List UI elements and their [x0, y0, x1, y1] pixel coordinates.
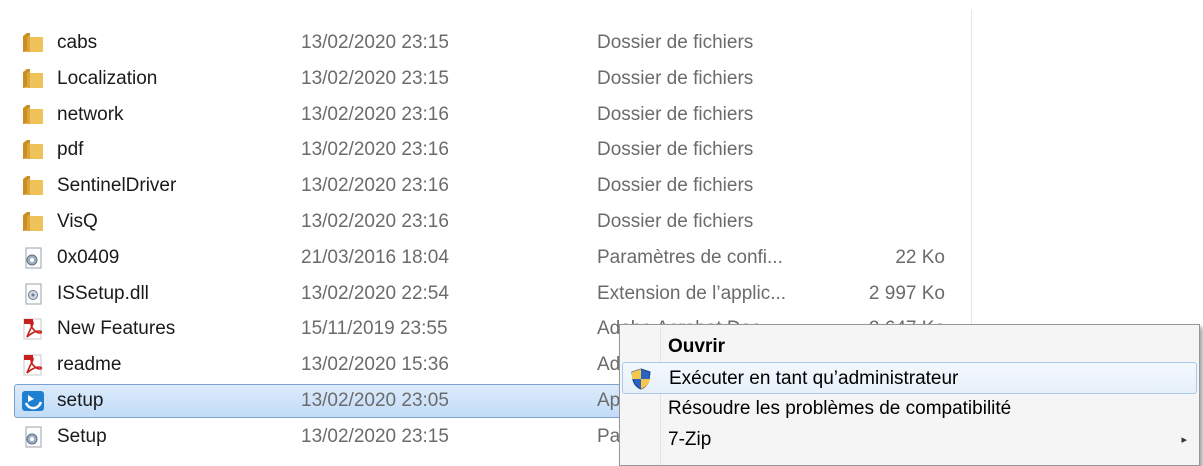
file-name: Setup [57, 425, 107, 447]
file-name: pdf [57, 139, 84, 161]
file-name: readme [57, 354, 122, 376]
folder-icon [21, 104, 45, 126]
file-size [815, 134, 945, 166]
folder-icon [21, 139, 45, 161]
file-name: 0x0409 [57, 246, 120, 268]
file-date: 13/02/2020 23:16 [301, 175, 449, 197]
menu-item-executer-en-tant-qu-administrateur[interactable]: Exécuter en tant qu’administrateur [622, 362, 1197, 394]
file-date: 13/02/2020 23:16 [301, 103, 449, 125]
file-date: 13/02/2020 22:54 [301, 282, 449, 304]
file-date: 13/02/2020 15:36 [301, 354, 449, 376]
file-type: Dossier de fichiers [597, 139, 754, 161]
uac-shield-icon [630, 368, 652, 390]
file-type: Dossier de fichiers [597, 175, 754, 197]
file-type: Pa [597, 425, 621, 447]
menu-item-label: Exécuter en tant qu’administrateur [669, 368, 959, 389]
file-name: cabs [57, 32, 98, 53]
file-date: 13/02/2020 23:15 [301, 425, 449, 447]
folder-icon [21, 68, 45, 90]
file-type: Ap [597, 390, 621, 411]
menu-item-ouvrir[interactable]: Ouvrir [622, 331, 1197, 363]
file-size [815, 206, 945, 238]
file-type: Dossier de fichiers [597, 103, 754, 125]
menu-item-label: Ouvrir [668, 336, 726, 357]
pdf-file-icon [21, 318, 45, 340]
folder-icon [21, 211, 45, 233]
file-size: 22 Ko [895, 246, 945, 268]
file-name: ISSetup.dll [57, 282, 149, 304]
menu-item-label: Résoudre les problèmes de compatibilité [668, 398, 1012, 419]
file-date: 13/02/2020 23:15 [301, 67, 449, 89]
file-row-cabs[interactable]: cabs 13/02/2020 23:15 Dossier de fichiers [14, 26, 964, 60]
file-name: VisQ [57, 211, 98, 232]
file-type: Paramètres de confi... [597, 246, 783, 268]
folder-icon [21, 175, 45, 197]
file-type: Extension de l’applic... [597, 282, 787, 304]
dll-file-icon [21, 283, 45, 305]
file-name: network [57, 103, 124, 125]
file-row-0x0409[interactable]: 0x0409 21/03/2016 18:04 Paramètres de conf… [14, 241, 964, 275]
file-date: 13/02/2020 23:15 [301, 32, 449, 53]
file-row-localization[interactable]: Localization 13/02/2020 23:15 Dossier de f… [14, 62, 964, 96]
file-name: SentinelDriver [57, 175, 177, 197]
folder-icon [21, 32, 45, 54]
submenu-arrow-icon: ▸ [1181, 434, 1187, 446]
file-date: 13/02/2020 23:05 [301, 390, 449, 411]
file-name: New Features [57, 318, 176, 340]
file-row-issetup-dll[interactable]: ISSetup.dll 13/02/2020 22:54 Extension de … [14, 277, 964, 311]
file-name: setup [57, 390, 104, 411]
context-menu: Ouvrir Exécuter en tant qu’administrateur… [619, 324, 1200, 466]
file-size: 2 997 Ko [868, 282, 945, 304]
file-size [815, 170, 945, 202]
settings-file-icon [21, 426, 45, 448]
setup-app-icon [21, 390, 45, 412]
file-name: Localization [57, 67, 158, 89]
menu-item-label: 7-Zip [668, 429, 712, 450]
file-row-network[interactable]: network 13/02/2020 23:16 Dossier de fichie… [14, 98, 964, 132]
file-size [815, 99, 945, 131]
file-date: 21/03/2016 18:04 [301, 246, 449, 268]
settings-file-icon [21, 247, 45, 269]
file-date: 13/02/2020 23:16 [301, 211, 449, 232]
file-row-sentineldriver[interactable]: SentinelDriver 13/02/2020 23:16 Dossier de… [14, 169, 964, 203]
file-type: Dossier de fichiers [597, 211, 754, 232]
file-size [815, 63, 945, 95]
menu-item-7-zip[interactable]: 7-Zip ▸ [622, 424, 1197, 456]
file-size [815, 27, 945, 59]
file-type: Ad [597, 354, 621, 376]
file-type: Dossier de fichiers [597, 67, 754, 89]
menu-item-resoudre-les-problemes-de-compatibilite[interactable]: Résoudre les problèmes de compatibilité [622, 393, 1197, 425]
file-row-pdf[interactable]: pdf 13/02/2020 23:16 Dossier de fichiers [14, 133, 964, 167]
file-type: Dossier de fichiers [597, 32, 754, 53]
file-date: 13/02/2020 23:16 [301, 139, 449, 161]
pdf-file-icon [21, 354, 45, 376]
file-row-visq[interactable]: VisQ 13/02/2020 23:16 Dossier de fichiers [14, 205, 964, 239]
file-date: 15/11/2019 23:55 [301, 318, 448, 340]
